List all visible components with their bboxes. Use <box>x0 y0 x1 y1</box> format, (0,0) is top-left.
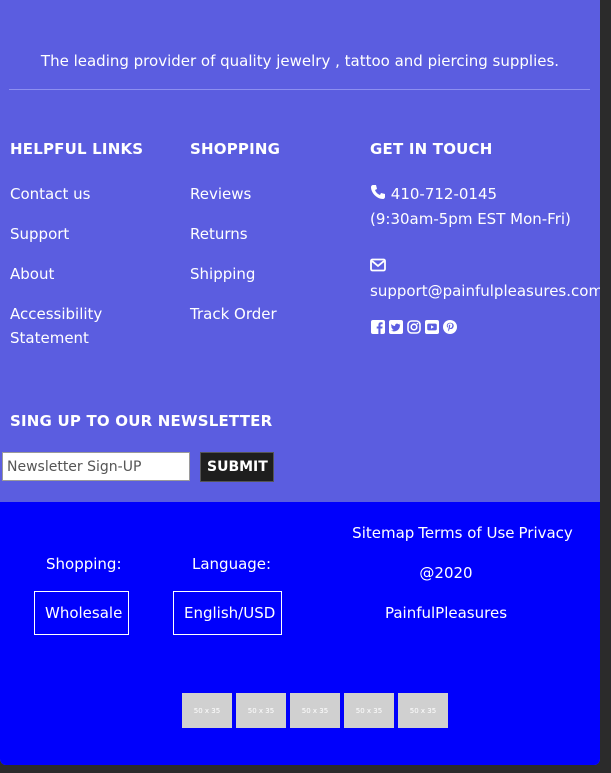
shopping-heading: SHOPPING <box>190 140 281 158</box>
pinterest-icon[interactable] <box>442 319 457 334</box>
language-selector-button[interactable]: English/USD <box>173 591 282 635</box>
newsletter-email-input[interactable] <box>2 452 190 481</box>
tagline: The leading provider of quality jewelry … <box>40 52 560 70</box>
link-terms-of-use[interactable]: Terms of Use <box>418 524 514 542</box>
payment-placeholder-image: 50 x 35 <box>290 693 340 728</box>
divider <box>9 89 590 90</box>
helpful-links-heading: HELPFUL LINKS <box>10 140 144 158</box>
payment-icons: 50 x 35 50 x 35 50 x 35 50 x 35 50 x 35 <box>182 693 448 728</box>
link-track-order[interactable]: Track Order <box>190 302 350 326</box>
link-shipping[interactable]: Shipping <box>190 262 350 286</box>
brand-name: PainfulPleasures <box>384 604 508 622</box>
phone-number[interactable]: 410-712-0145 <box>391 185 497 203</box>
window-edge <box>600 0 611 773</box>
payment-placeholder-image: 50 x 35 <box>398 693 448 728</box>
link-support[interactable]: Support <box>10 222 170 246</box>
social-icons <box>370 319 598 334</box>
legal-links: Sitemap Terms of Use Privacy <box>340 524 585 542</box>
link-returns[interactable]: Returns <box>190 222 350 246</box>
payment-placeholder-image: 50 x 35 <box>236 693 286 728</box>
footer-bottom-bar: Shopping: Wholesale Language: English/US… <box>0 502 600 765</box>
shopping-column: SHOPPING Reviews Returns Shipping Track … <box>190 140 350 326</box>
contact-column: GET IN TOUCH 410-712-0145 (9:30am-5pm ES… <box>370 140 600 334</box>
youtube-icon[interactable] <box>424 319 439 334</box>
support-email[interactable]: support@painfulpleasures.com <box>370 279 600 303</box>
link-privacy[interactable]: Privacy <box>519 524 573 542</box>
shopping-label: Shopping: <box>46 555 122 573</box>
newsletter-heading: SING UP TO OUR NEWSLETTER <box>10 412 273 430</box>
language-label: Language: <box>192 555 272 573</box>
instagram-icon[interactable] <box>406 319 421 334</box>
helpful-links-column: HELPFUL LINKS Contact us Support About A… <box>10 140 170 350</box>
payment-placeholder-image: 50 x 35 <box>182 693 232 728</box>
copyright: @2020 <box>419 564 473 582</box>
contact-heading: GET IN TOUCH <box>370 140 493 158</box>
link-accessibility-statement[interactable]: Accessibility Statement <box>10 302 120 350</box>
newsletter-submit-button[interactable]: SUBMIT <box>200 452 274 482</box>
link-about[interactable]: About <box>10 262 170 286</box>
envelope-icon <box>370 255 386 279</box>
link-reviews[interactable]: Reviews <box>190 182 350 206</box>
footer: The leading provider of quality jewelry … <box>0 0 600 765</box>
link-sitemap[interactable]: Sitemap <box>352 524 414 542</box>
twitter-icon[interactable] <box>388 319 403 334</box>
wholesale-button[interactable]: Wholesale <box>34 591 129 635</box>
payment-placeholder-image: 50 x 35 <box>344 693 394 728</box>
support-hours: (9:30am-5pm EST Mon-Fri) <box>370 209 571 228</box>
link-contact-us[interactable]: Contact us <box>10 182 170 206</box>
facebook-icon[interactable] <box>370 319 385 334</box>
phone-icon <box>370 183 386 207</box>
